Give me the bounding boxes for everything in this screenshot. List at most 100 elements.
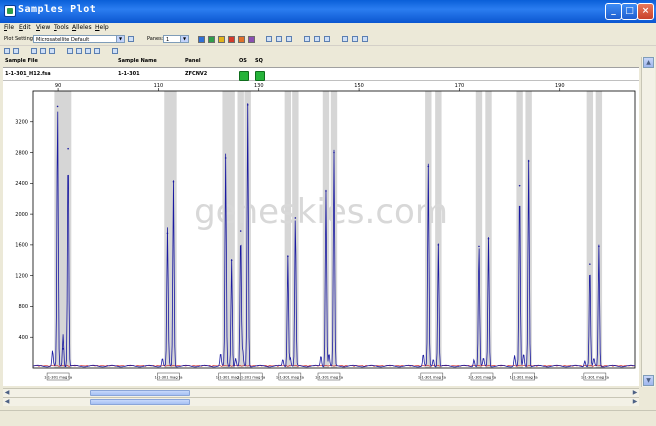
overlay-icon[interactable] <box>276 36 282 42</box>
bin-region <box>595 91 603 368</box>
column-header-sample-file[interactable]: Sample File <box>5 58 38 64</box>
x-tick-label: 130 <box>254 83 264 89</box>
grid-view-icon[interactable] <box>266 36 272 42</box>
column-header-sq[interactable]: SQ <box>255 58 263 64</box>
minimize-button[interactable]: _ <box>605 3 622 20</box>
peak-point[interactable] <box>325 190 327 192</box>
peak-point[interactable] <box>333 151 335 154</box>
y-tick-label: 2400 <box>15 181 28 187</box>
sample-file-cell: 1-1-301_H12.fsa <box>5 71 51 77</box>
menu-tools[interactable]: Tools <box>54 24 69 31</box>
column-header-os[interactable]: OS <box>239 58 247 64</box>
allele-label: 1-1-301 mag ta <box>581 376 609 380</box>
allele-label: 1-1-301 mag ta <box>44 376 72 380</box>
scroll-left-button[interactable]: ◀ <box>3 389 11 397</box>
horizontal-scroll-thumb[interactable] <box>90 390 190 396</box>
zoom-in-x-icon[interactable] <box>31 48 37 54</box>
peak-point[interactable] <box>294 217 297 219</box>
peak-point[interactable] <box>230 259 233 262</box>
save-icon[interactable] <box>362 36 368 42</box>
menu-alleles[interactable]: Alleles <box>72 24 92 31</box>
menu-edit[interactable]: Edit <box>19 24 31 31</box>
label-peaks-icon[interactable] <box>85 48 91 54</box>
column-header-panel[interactable]: Panel <box>185 58 201 64</box>
bins-icon[interactable] <box>94 48 100 54</box>
peak-point[interactable] <box>172 180 175 183</box>
menu-help[interactable]: Help <box>95 24 109 31</box>
panes-select[interactable]: 1 ▼ <box>163 35 189 43</box>
y-tick-label: 3200 <box>15 120 28 126</box>
edit-peaks-icon[interactable] <box>314 36 320 42</box>
menu-file[interactable]: File <box>4 24 14 31</box>
allele-labels: 1-1-301 mag ta 1-1-301 mag ta 1-1-301 mag … <box>44 372 609 381</box>
dye-color-purple-button[interactable] <box>248 36 255 43</box>
zoom-out-x-icon[interactable] <box>40 48 46 54</box>
peak-point[interactable] <box>224 157 227 159</box>
secondary-scroll-thumb[interactable] <box>90 399 190 405</box>
maximize-button[interactable]: □ <box>621 3 638 20</box>
sq-status-icon <box>255 71 265 81</box>
peak-point[interactable] <box>427 165 430 168</box>
zoom-y-icon[interactable] <box>13 48 19 54</box>
bar-chart-icon[interactable] <box>76 48 82 54</box>
peak-point[interactable] <box>478 245 480 248</box>
peak-point[interactable] <box>437 244 440 246</box>
peak-point[interactable] <box>166 232 169 235</box>
scroll-left-button[interactable]: ◀ <box>3 398 11 406</box>
chevron-down-icon: ▼ <box>116 36 124 42</box>
electropherogram-pane[interactable]: geneskies.com 400 800 1200 1600 2000 2400 2800… <box>3 81 639 386</box>
x-tick-label: 110 <box>154 83 164 89</box>
plot-toolbar: Plot Setting: Microsatellite Default ▼ P… <box>0 33 656 46</box>
dye-color-green-button[interactable] <box>208 36 215 43</box>
peak-point[interactable] <box>527 160 530 162</box>
peak-table-icon[interactable] <box>67 48 73 54</box>
peak-point[interactable] <box>518 184 521 187</box>
allele-label: 1-1-301 mag ta <box>418 376 446 380</box>
bin-region <box>516 91 523 368</box>
electropherogram-chart[interactable]: geneskies.com 400 800 1200 1600 2000 2400 2800… <box>3 81 639 386</box>
title-bar: Samples Plot _ □ × <box>0 0 656 23</box>
peak-point[interactable] <box>239 230 242 232</box>
scroll-right-button[interactable]: ▶ <box>631 389 639 397</box>
panel-cell: ZFCNV2 <box>185 71 208 77</box>
x-tick-label: 90 <box>55 83 61 89</box>
peak-point[interactable] <box>56 105 59 108</box>
bin-region <box>485 91 492 368</box>
report-icon[interactable] <box>342 36 348 42</box>
marker-icon[interactable] <box>324 36 330 42</box>
table-view-icon[interactable] <box>304 36 310 42</box>
y-axis: 400 800 1200 1600 2000 2400 2800 3200 <box>15 120 33 341</box>
peak-point[interactable] <box>487 237 490 240</box>
dye-color-yellow-button[interactable] <box>218 36 225 43</box>
dye-color-blue-button[interactable] <box>198 36 205 43</box>
os-status-icon <box>239 71 249 81</box>
close-button[interactable]: × <box>637 3 654 20</box>
menu-view[interactable]: View <box>36 24 50 31</box>
vertical-scrollbar[interactable]: ▲ ▼ <box>641 57 655 387</box>
dye-color-red-button[interactable] <box>228 36 235 43</box>
peak-point[interactable] <box>598 245 600 248</box>
y-tick-label: 1600 <box>15 243 28 249</box>
table-settings-icon[interactable] <box>128 36 134 42</box>
print-icon[interactable] <box>352 36 358 42</box>
scroll-up-button[interactable]: ▲ <box>643 57 654 68</box>
scroll-right-button[interactable]: ▶ <box>631 398 639 406</box>
text-aa-icon[interactable] <box>286 36 292 42</box>
x-axis: 90 110 130 150 170 190 <box>55 83 565 91</box>
peak-point[interactable] <box>62 347 64 350</box>
horizontal-scrollbar[interactable]: ◀ ▶ <box>3 388 639 397</box>
peak-point[interactable] <box>589 263 591 265</box>
zoom-reset-icon[interactable] <box>49 48 55 54</box>
peak-point[interactable] <box>67 147 69 150</box>
peak-point[interactable] <box>246 104 249 106</box>
plot-setting-select[interactable]: Microsatellite Default ▼ <box>33 35 125 43</box>
zoom-fit-icon[interactable] <box>4 48 10 54</box>
column-header-sample-name[interactable]: Sample Name <box>118 58 157 64</box>
peak-point[interactable] <box>287 255 289 258</box>
secondary-horizontal-scrollbar[interactable]: ◀ ▶ <box>3 397 639 406</box>
scroll-down-button[interactable]: ▼ <box>643 375 654 386</box>
dye-color-orange-button[interactable] <box>238 36 245 43</box>
table-row[interactable]: 1-1-301_H12.fsa 1-1-301 ZFCNV2 <box>3 68 639 81</box>
settings-icon[interactable] <box>112 48 118 54</box>
y-tick-label: 2000 <box>15 212 28 218</box>
